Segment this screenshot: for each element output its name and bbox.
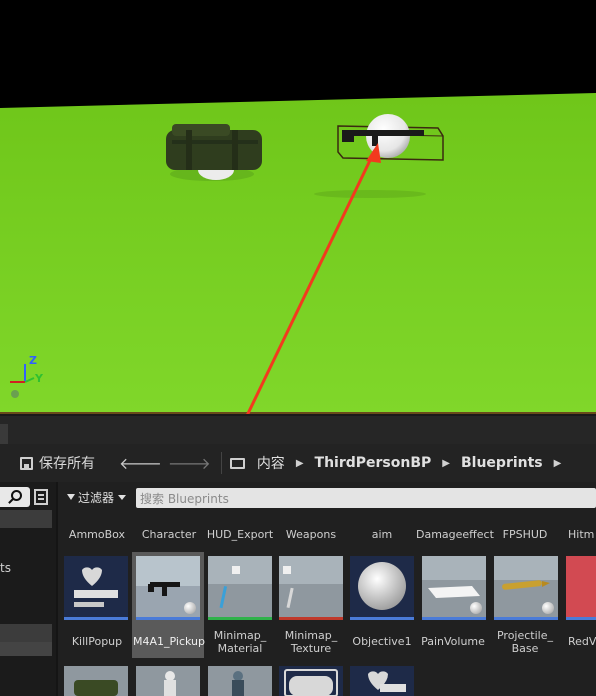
folder-icon[interactable] [229,457,245,469]
asset-label-minimap-texture: Minimap_ Texture [284,629,338,655]
asset-tile-row3[interactable] [279,666,343,696]
toolbar-separator [220,452,222,474]
heart-widget-icon [74,567,118,607]
save-disk-icon [20,456,33,470]
asset-tile-killpopup[interactable] [64,556,128,620]
chevron-down-icon [118,494,127,500]
forward-arrow-icon[interactable]: 🡒 [168,453,211,473]
gizmo-z-label: Z [29,354,37,367]
breadcrumb-arrow-icon[interactable]: ▶ [442,458,450,469]
tab-stub[interactable] [0,424,8,446]
save-all-label: 保存所有 [39,456,95,472]
folder-item[interactable]: Hitm [568,528,596,541]
breadcrumb-arrow-icon[interactable]: ▶ [554,458,562,469]
sources-partial-text: ts [0,561,11,575]
character-thumbnail [164,671,176,696]
panel-divider [0,414,596,446]
red-thumbnail [566,556,596,620]
folder-item[interactable]: AmmoBox [60,528,134,541]
asset-tile-m4a1-pickup[interactable] [136,556,200,620]
texture-thumbnail [279,556,343,608]
bag-thumbnail [74,680,118,696]
sources-row[interactable] [0,642,52,656]
level-viewport[interactable]: Z Y [0,0,596,414]
asset-label-minimap-material: Minimap_ Material [213,629,267,655]
sources-row[interactable] [0,624,52,642]
breadcrumb: 内容 ▶ ThirdPersonBP ▶ Blueprints ▶ [229,453,573,473]
heart-widget-icon [368,671,406,692]
asset-label-redvi: RedVi [568,635,596,648]
breadcrumb-arrow-icon[interactable]: ▶ [296,458,304,469]
asset-tile-row3[interactable] [64,666,128,696]
asset-tile-row3[interactable] [208,666,272,696]
asset-tile-row3[interactable] [350,666,414,696]
asset-view: 过滤器 搜索 Blueprints AmmoBox Character HUD_… [58,482,596,696]
asset-tile-row3[interactable] [136,666,200,696]
asset-tile-painvolume[interactable] [422,556,486,620]
soldier-thumbnail [232,671,244,696]
sphere-thumbnail [358,562,406,610]
material-thumbnail [208,556,272,609]
breadcrumb-blueprints[interactable]: Blueprints [461,455,543,471]
folder-item[interactable]: HUD_Export [203,528,277,541]
folder-item[interactable]: Character [132,528,206,541]
asset-search-input[interactable]: 搜索 Blueprints [136,488,596,508]
asset-label-projectile-base: Projectile_ Base [496,629,553,655]
folder-item[interactable]: aim [345,528,419,541]
filter-dropdown-button[interactable]: 过滤器 [67,489,127,506]
asset-tile-minimap-material[interactable] [208,556,272,620]
folder-item[interactable]: FPSHUD [488,528,562,541]
sources-row[interactable] [0,510,52,528]
asset-label-painvolume: PainVolume [421,635,485,648]
sources-panel [0,482,56,696]
sphere-badge-icon [184,602,196,614]
ammo-bag-object [166,124,262,181]
breadcrumb-thirdpersonbp[interactable]: ThirdPersonBP [315,455,432,471]
search-icon [11,490,22,501]
asset-label-m4a1-pickup: M4A1_Pickup [133,635,205,648]
asset-label-killpopup: KillPopup [71,635,123,648]
back-arrow-icon[interactable]: 🡐 [119,453,162,473]
asset-tile-objective1[interactable] [350,556,414,620]
gamepad-icon [284,669,338,696]
sources-search-button[interactable] [0,487,30,507]
sphere-badge-icon [470,602,482,614]
asset-tile-projectile-base[interactable] [494,556,558,620]
save-all-button[interactable]: 保存所有 [20,453,95,473]
content-browser-toolbar: 保存所有 🡐 🡒 内容 ▶ ThirdPersonBP ▶ Blueprints… [0,444,596,482]
asset-tile-redvi[interactable] [566,556,596,620]
funnel-icon [67,494,75,500]
filter-label: 过滤器 [78,490,115,505]
asset-label-objective1: Objective1 [352,635,412,648]
folder-item[interactable]: Weapons [274,528,348,541]
sphere-badge-icon [542,602,554,614]
breadcrumb-content[interactable]: 内容 [257,453,285,473]
gizmo-y-label: Y [35,372,43,385]
asset-tile-minimap-texture[interactable] [279,556,343,620]
viewport-scene [0,0,596,414]
folder-item[interactable]: Damageeffect [416,528,494,541]
list-view-icon[interactable] [34,489,48,505]
